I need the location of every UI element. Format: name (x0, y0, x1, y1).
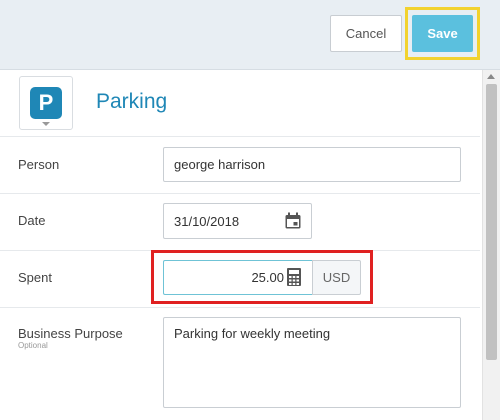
header-bar: Cancel Save (0, 0, 500, 70)
date-label: Date (18, 213, 46, 228)
divider (0, 307, 480, 308)
divider (0, 193, 480, 194)
business-purpose-field[interactable]: Parking for weekly meeting (163, 317, 461, 408)
caret-down-icon (42, 122, 50, 126)
date-field[interactable]: 31/10/2018 (163, 203, 312, 239)
person-label: Person (18, 157, 60, 172)
save-button[interactable]: Save (412, 15, 473, 52)
spent-field-highlight (151, 250, 373, 304)
optional-hint: Optional (18, 341, 48, 350)
scroll-up-icon[interactable] (487, 74, 495, 79)
category-title: Parking (96, 90, 168, 113)
divider (0, 136, 480, 137)
business-purpose-label: Business Purpose (18, 326, 123, 341)
calendar-icon[interactable] (284, 212, 302, 230)
cancel-button[interactable]: Cancel (330, 15, 402, 52)
scrollbar[interactable] (482, 70, 500, 420)
parking-icon: P (30, 87, 62, 119)
scrollbar-thumb[interactable] (486, 84, 497, 360)
category-selector[interactable]: P (19, 76, 73, 130)
spent-label: Spent (18, 270, 52, 285)
date-value: 31/10/2018 (174, 214, 240, 229)
person-field[interactable]: george harrison (163, 147, 461, 182)
